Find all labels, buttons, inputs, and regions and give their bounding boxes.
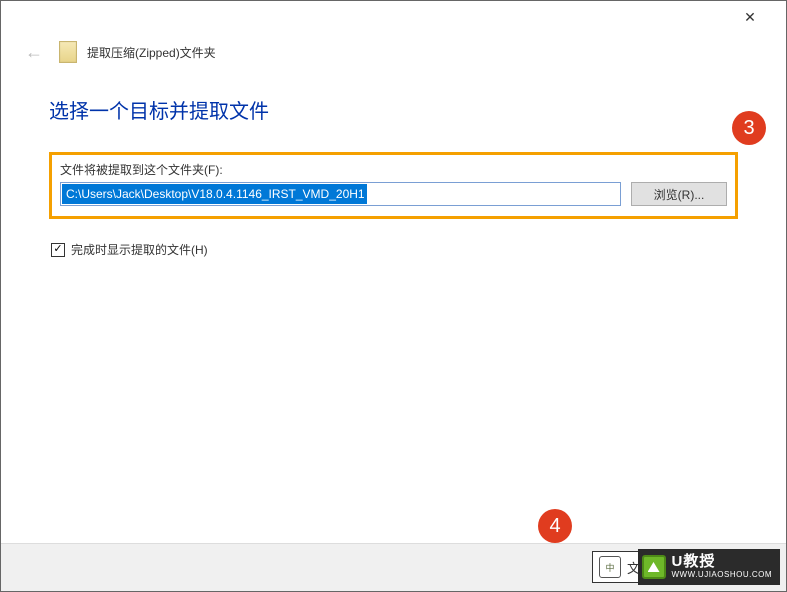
browse-button[interactable]: 浏览(R)...	[631, 182, 727, 206]
close-icon: ✕	[744, 9, 756, 26]
input-row: C:\Users\Jack\Desktop\V18.0.4.1146_IRST_…	[60, 182, 727, 206]
destination-input[interactable]: C:\Users\Jack\Desktop\V18.0.4.1146_IRST_…	[60, 182, 621, 206]
show-files-checkbox[interactable]: ✓	[51, 243, 65, 257]
titlebar: ✕	[1, 1, 786, 33]
show-files-label: 完成时显示提取的文件(H)	[71, 241, 208, 258]
watermark-brand: U教授	[672, 554, 773, 571]
close-button[interactable]: ✕	[730, 3, 770, 31]
page-heading: 选择一个目标并提取文件	[49, 95, 738, 124]
watermark: U教授 WWW.UJIAOSHOU.COM	[638, 549, 781, 585]
show-files-checkbox-row: ✓ 完成时显示提取的文件(H)	[49, 241, 738, 258]
ime-icon: 中	[599, 556, 621, 578]
content-area: 选择一个目标并提取文件 文件将被提取到这个文件夹(F): C:\Users\Ja…	[1, 77, 786, 258]
annotation-badge-4: 4	[538, 509, 572, 543]
destination-field-group: 文件将被提取到这个文件夹(F): C:\Users\Jack\Desktop\V…	[49, 152, 738, 219]
annotation-badge-3: 3	[732, 111, 766, 145]
zipped-folder-icon	[59, 41, 77, 63]
checkmark-icon: ✓	[53, 244, 62, 255]
watermark-logo-icon	[642, 555, 666, 579]
watermark-url: WWW.UJIAOSHOU.COM	[672, 571, 773, 580]
destination-path-text: C:\Users\Jack\Desktop\V18.0.4.1146_IRST_…	[62, 184, 367, 204]
window-title: 提取压缩(Zipped)文件夹	[87, 44, 216, 61]
back-arrow-icon: ←	[19, 42, 49, 63]
wizard-header: ← 提取压缩(Zipped)文件夹	[1, 33, 786, 77]
watermark-text: U教授 WWW.UJIAOSHOU.COM	[672, 554, 773, 579]
destination-label: 文件将被提取到这个文件夹(F):	[60, 161, 727, 178]
